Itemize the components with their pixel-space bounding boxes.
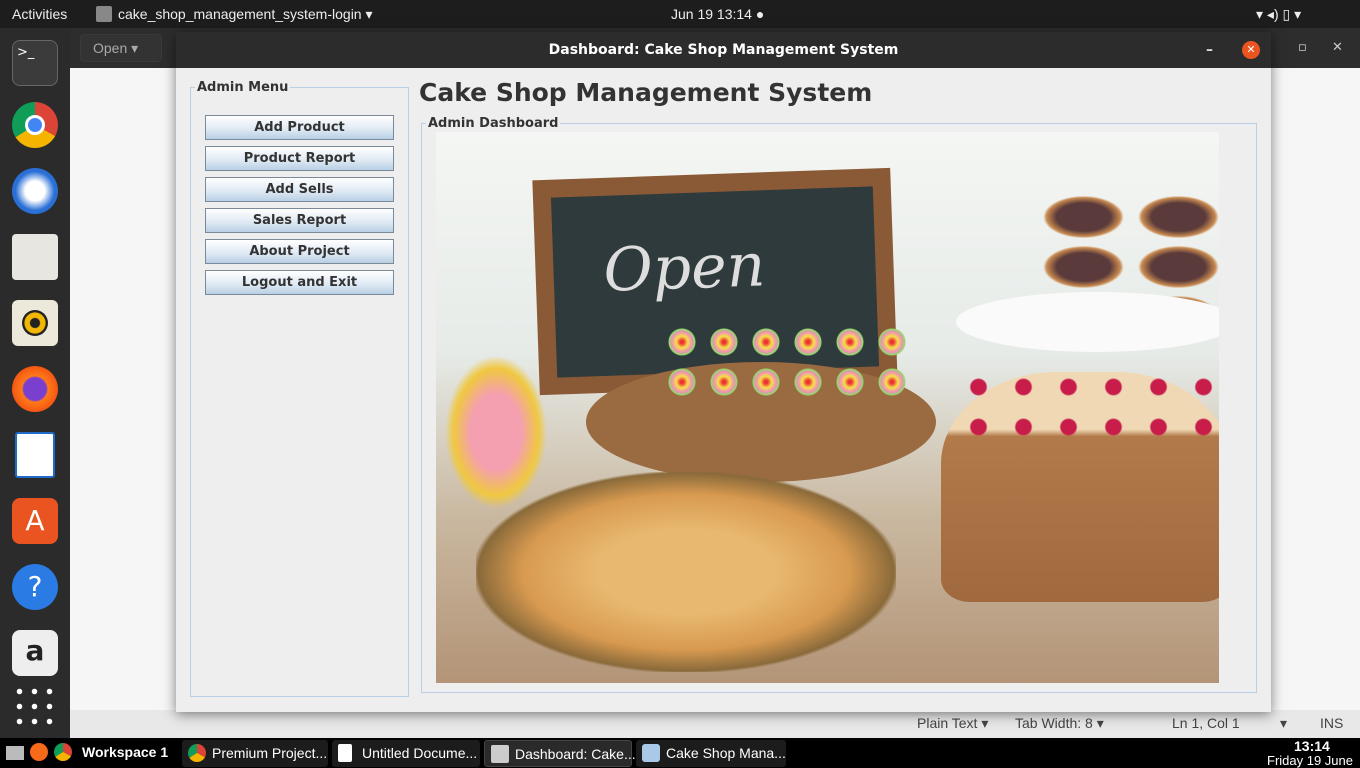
- product-report-button[interactable]: Product Report: [205, 146, 394, 171]
- task-untitled-document[interactable]: Untitled Docume...: [332, 740, 480, 767]
- task-cake-shop[interactable]: Cake Shop Mana...: [636, 740, 786, 767]
- text-editor-icon: [338, 744, 352, 762]
- page-title: Cake Shop Management System: [419, 78, 873, 107]
- taskbar-date: Friday 19 June: [1267, 753, 1353, 768]
- window-titlebar: Dashboard: Cake Shop Management System –…: [176, 32, 1271, 68]
- window-title: Dashboard: Cake Shop Management System: [548, 42, 899, 58]
- insert-mode: INS: [1320, 715, 1344, 731]
- admin-menu-legend: Admin Menu: [197, 80, 289, 95]
- firefox-launcher-icon[interactable]: [30, 743, 48, 761]
- chrome-launcher-icon[interactable]: [54, 743, 72, 761]
- dashboard-window: Dashboard: Cake Shop Management System –…: [176, 32, 1271, 712]
- cube-icon: [642, 744, 660, 762]
- thunderbird-icon[interactable]: [12, 168, 58, 214]
- admin-menu-panel: Admin Menu Add Product Product Report Ad…: [190, 80, 409, 697]
- java-icon: [491, 745, 509, 763]
- show-apps-icon[interactable]: [12, 684, 57, 730]
- terminal-icon[interactable]: >_: [12, 40, 58, 86]
- task-dashboard[interactable]: Dashboard: Cake...: [484, 740, 636, 767]
- taskbar: Workspace 1 Premium Project... Untitled …: [0, 738, 1360, 768]
- chrome-icon: [188, 744, 206, 762]
- tab-width-selector[interactable]: Tab Width: 8 ▾: [1015, 715, 1104, 732]
- task-label: Cake Shop Mana...: [666, 745, 786, 761]
- task-premium-project[interactable]: Premium Project...: [182, 740, 328, 767]
- task-label: Premium Project...: [212, 745, 328, 761]
- files-icon[interactable]: [12, 234, 58, 280]
- amazon-icon[interactable]: a: [12, 630, 58, 676]
- close-button[interactable]: ✕: [1332, 40, 1343, 55]
- add-product-button[interactable]: Add Product: [205, 115, 394, 140]
- firefox-icon[interactable]: [12, 366, 58, 412]
- sales-report-button[interactable]: Sales Report: [205, 208, 394, 233]
- editor-statusbar: Plain Text ▾ Tab Width: 8 ▾ Ln 1, Col 1 …: [70, 710, 1360, 738]
- minimize-button[interactable]: –: [1206, 32, 1213, 68]
- add-sells-button[interactable]: Add Sells: [205, 177, 394, 202]
- clock[interactable]: Jun 19 13:14 ●: [671, 6, 764, 22]
- show-desktop-icon[interactable]: [6, 746, 24, 760]
- help-icon[interactable]: ?: [12, 564, 58, 610]
- rhythmbox-icon[interactable]: [12, 300, 58, 346]
- cake-shop-image: Open: [436, 132, 1219, 683]
- chrome-icon[interactable]: [12, 102, 58, 148]
- admin-dashboard-legend: Admin Dashboard: [428, 116, 559, 131]
- software-icon[interactable]: A: [12, 498, 58, 544]
- task-label: Dashboard: Cake...: [515, 746, 636, 762]
- maximize-button[interactable]: ▫: [1298, 40, 1307, 55]
- task-label: Untitled Docume...: [362, 745, 478, 761]
- about-project-button[interactable]: About Project: [205, 239, 394, 264]
- writer-icon[interactable]: [15, 432, 55, 478]
- cursor-position[interactable]: Ln 1, Col 1: [1172, 715, 1240, 731]
- language-selector[interactable]: Plain Text ▾: [917, 715, 988, 732]
- logout-exit-button[interactable]: Logout and Exit: [205, 270, 394, 295]
- app-icon: [96, 6, 112, 22]
- top-bar: Activities cake_shop_management_system-l…: [0, 0, 1360, 28]
- system-tray[interactable]: ▾ ◂) ▯ ▾: [1256, 6, 1301, 23]
- activities-button[interactable]: Activities: [12, 6, 67, 22]
- dropdown-arrow-icon[interactable]: ▾: [1280, 715, 1287, 732]
- taskbar-time: 13:14: [1294, 738, 1330, 754]
- dock: >_ A ? a: [0, 28, 70, 738]
- open-button[interactable]: Open ▾: [80, 34, 162, 62]
- workspace-label[interactable]: Workspace 1: [82, 744, 168, 760]
- app-menu[interactable]: cake_shop_management_system-login ▾: [118, 6, 373, 23]
- close-button[interactable]: ✕: [1242, 41, 1260, 59]
